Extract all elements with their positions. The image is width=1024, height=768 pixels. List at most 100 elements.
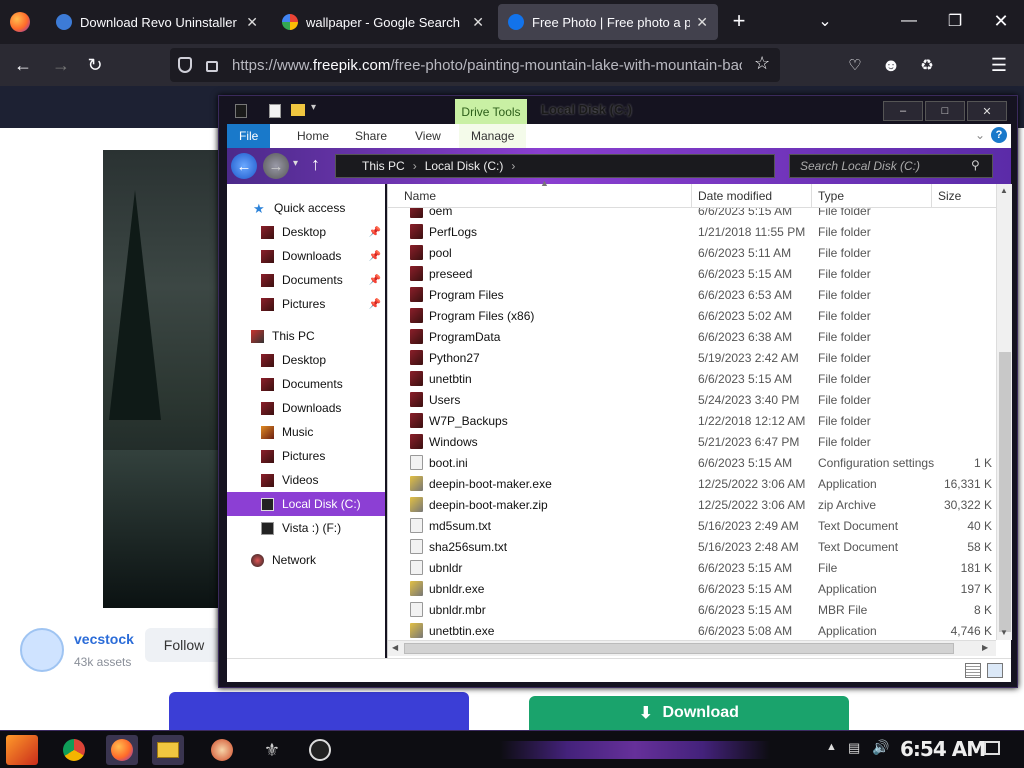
tab-share[interactable]: Share: [343, 124, 399, 148]
table-row[interactable]: Program Files (x86) 6/6/2023 5:02 AM File …: [388, 305, 996, 326]
table-row[interactable]: deepin-boot-maker.exe 12/25/2022 3:06 AM A…: [388, 473, 996, 494]
download-button[interactable]: ⬇ Download: [529, 696, 849, 730]
column-size[interactable]: Size: [932, 184, 996, 208]
back-button[interactable]: ←: [231, 153, 257, 179]
tab-file[interactable]: File: [227, 124, 271, 148]
qat-explorer-icon[interactable]: [235, 104, 247, 118]
table-row[interactable]: boot.ini 6/6/2023 5:15 AM Configuration se…: [388, 452, 996, 473]
chevron-right-icon[interactable]: ›: [511, 159, 515, 173]
scroll-up-icon[interactable]: ▲: [1000, 186, 1008, 195]
notifications-icon[interactable]: [984, 741, 1000, 755]
hscroll-thumb[interactable]: [404, 643, 954, 654]
file-name-cell[interactable]: deepin-boot-maker.exe: [388, 476, 692, 491]
file-name-cell[interactable]: sha256sum.txt: [388, 539, 692, 554]
nav-network[interactable]: Network: [227, 548, 385, 572]
ribbon-expand-icon[interactable]: ⌄: [975, 128, 985, 142]
table-row[interactable]: ubnldr 6/6/2023 5:15 AM File 181 K: [388, 557, 996, 578]
minimize-button[interactable]: –: [883, 101, 923, 121]
breadcrumb-local-disk[interactable]: Local Disk (C:): [425, 159, 504, 173]
file-name-cell[interactable]: Program Files (x86): [388, 308, 692, 323]
search-input[interactable]: Search Local Disk (C:): [789, 154, 993, 178]
tab-list-icon[interactable]: ⌄: [810, 6, 840, 36]
search-icon[interactable]: ⚲: [971, 158, 980, 172]
url-bar[interactable]: https://www.freepik.com/free-photo/paint…: [170, 48, 780, 82]
table-row[interactable]: W7P_Backups 1/22/2018 12:12 AM File folder: [388, 410, 996, 431]
vertical-scrollbar[interactable]: ▲ ▼: [996, 184, 1012, 640]
table-row[interactable]: Program Files 6/6/2023 6:53 AM File folder: [388, 284, 996, 305]
app-icon[interactable]: ⚜: [256, 735, 288, 765]
file-name-cell[interactable]: oem: [388, 208, 692, 218]
chevron-right-icon[interactable]: ›: [413, 159, 417, 173]
table-row[interactable]: Python27 5/19/2023 2:42 AM File folder: [388, 347, 996, 368]
table-row[interactable]: ProgramData 6/6/2023 6:38 AM File folder: [388, 326, 996, 347]
tab-google[interactable]: wallpaper - Google Search ✕: [272, 4, 494, 40]
file-name-cell[interactable]: ubnldr: [388, 560, 692, 575]
minimize-icon[interactable]: —: [894, 6, 924, 36]
address-bar[interactable]: This PC › Local Disk (C:) ›: [335, 154, 775, 178]
file-name-cell[interactable]: PerfLogs: [388, 224, 692, 239]
file-name-cell[interactable]: ProgramData: [388, 329, 692, 344]
table-row[interactable]: ubnldr.exe 6/6/2023 5:15 AM Application 197…: [388, 578, 996, 599]
file-name-cell[interactable]: Users: [388, 392, 692, 407]
file-name-cell[interactable]: ubnldr.mbr: [388, 602, 692, 617]
qat-dropdown-icon[interactable]: ▾: [311, 102, 316, 113]
breadcrumb-this-pc[interactable]: This PC: [362, 159, 405, 173]
file-name-cell[interactable]: Python27: [388, 350, 692, 365]
file-name-cell[interactable]: deepin-boot-maker.zip: [388, 497, 692, 512]
file-name-cell[interactable]: Program Files: [388, 287, 692, 302]
file-name-cell[interactable]: Windows: [388, 434, 692, 449]
nav-pc-videos[interactable]: Videos: [227, 468, 385, 492]
table-row[interactable]: Users 5/24/2023 3:40 PM File folder: [388, 389, 996, 410]
author-name[interactable]: vecstock: [74, 631, 134, 647]
pocket-icon[interactable]: ♡: [840, 50, 870, 80]
table-row[interactable]: pool 6/6/2023 5:11 AM File folder: [388, 242, 996, 263]
file-name-cell[interactable]: md5sum.txt: [388, 518, 692, 533]
network-status-icon[interactable]: ▤: [848, 740, 860, 756]
qat-properties-icon[interactable]: [269, 104, 281, 118]
nav-this-pc[interactable]: This PC: [227, 324, 385, 348]
horizontal-scrollbar[interactable]: ◀ ▶: [388, 640, 996, 656]
large-icons-view-icon[interactable]: [987, 663, 1003, 678]
close-tab-icon[interactable]: ✕: [696, 14, 708, 31]
up-arrow-icon[interactable]: ↑: [311, 154, 320, 175]
table-row[interactable]: sha256sum.txt 5/16/2023 2:48 AM Text Docum…: [388, 536, 996, 557]
chrome-icon[interactable]: [58, 735, 90, 765]
scroll-down-icon[interactable]: ▼: [1000, 628, 1008, 637]
close-tab-icon[interactable]: ✕: [472, 14, 484, 31]
table-row[interactable]: unetbtin 6/6/2023 5:15 AM File folder: [388, 368, 996, 389]
table-row[interactable]: Windows 5/21/2023 6:47 PM File folder: [388, 431, 996, 452]
firefox-menu-icon[interactable]: [10, 12, 30, 32]
close-tab-icon[interactable]: ✕: [246, 14, 258, 31]
scroll-right-icon[interactable]: ▶: [982, 643, 988, 652]
details-view-icon[interactable]: [965, 663, 981, 678]
lock-icon[interactable]: [206, 61, 218, 72]
pin-icon[interactable]: 📌: [369, 227, 381, 238]
scroll-left-icon[interactable]: ◀: [392, 643, 398, 652]
nav-pc-documents[interactable]: Documents: [227, 372, 385, 396]
nav-qa-desktop[interactable]: Desktop 📌: [227, 220, 385, 244]
table-row[interactable]: preseed 6/6/2023 5:15 AM File folder: [388, 263, 996, 284]
tab-home[interactable]: Home: [285, 124, 341, 148]
table-row[interactable]: ubnldr.mbr 6/6/2023 5:15 AM MBR File 8 K: [388, 599, 996, 620]
nav-pc-desktop[interactable]: Desktop: [227, 348, 385, 372]
nav-pc-music[interactable]: Music: [227, 420, 385, 444]
column-date[interactable]: Date modified: [692, 184, 812, 208]
file-name-cell[interactable]: boot.ini: [388, 455, 692, 470]
obs-icon[interactable]: [304, 735, 336, 765]
file-name-cell[interactable]: pool: [388, 245, 692, 260]
table-row[interactable]: deepin-boot-maker.zip 12/25/2022 3:06 AM z…: [388, 494, 996, 515]
account-icon[interactable]: ☻: [876, 50, 906, 80]
url-text[interactable]: https://www.freepik.com/free-photo/paint…: [232, 57, 742, 74]
follow-button[interactable]: Follow: [145, 628, 223, 662]
nav-qa-pictures[interactable]: Pictures 📌: [227, 292, 385, 316]
pin-icon[interactable]: 📌: [369, 275, 381, 286]
qat-newfolder-icon[interactable]: [291, 104, 305, 116]
tab-view[interactable]: View: [403, 124, 453, 148]
table-row[interactable]: oem 6/6/2023 5:15 AM File folder: [388, 208, 996, 221]
nav-local-disk-c[interactable]: Local Disk (C:): [227, 492, 385, 516]
table-row[interactable]: PerfLogs 1/21/2018 11:55 PM File folder: [388, 221, 996, 242]
paint-icon[interactable]: [206, 735, 238, 765]
menu-icon[interactable]: ☰: [984, 50, 1014, 80]
back-icon[interactable]: ←: [8, 50, 38, 80]
premium-button[interactable]: [169, 692, 469, 730]
